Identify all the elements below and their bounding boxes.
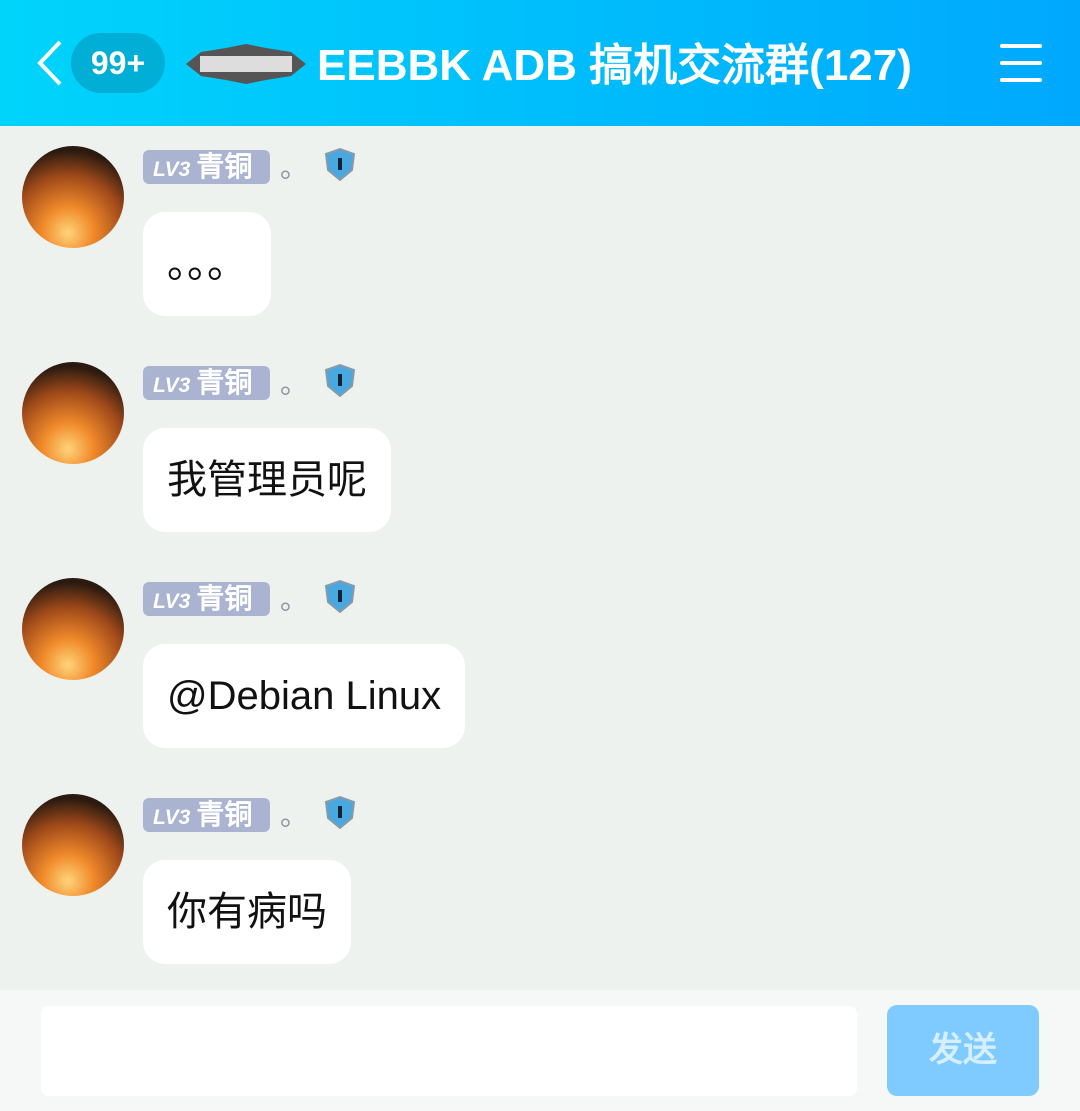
sender-name[interactable]: 。 — [280, 362, 308, 402]
message-bubble[interactable]: 你有病吗 — [143, 860, 351, 964]
chat-header: 99+ EEBBK ADB 搞机交流群(127) — [0, 0, 1080, 126]
level-badge: LV3 青铜 — [143, 366, 270, 400]
send-button[interactable]: 发送 — [887, 1005, 1039, 1096]
league-logo-icon — [186, 44, 306, 84]
level-badge: LV3 青铜 — [143, 582, 270, 616]
level-badge: LV3 青铜 — [143, 798, 270, 832]
back-icon[interactable] — [32, 38, 72, 88]
sender-name[interactable]: 。 — [280, 578, 308, 618]
shield-icon — [324, 579, 356, 614]
composer-bar: 发送 — [0, 990, 1080, 1111]
avatar[interactable] — [22, 578, 124, 680]
group-title: EEBBK ADB 搞机交流群(127) — [317, 41, 912, 90]
message-item: LV3 青铜 。 你有病吗 — [0, 774, 1080, 990]
avatar[interactable] — [22, 362, 124, 464]
shield-icon — [324, 363, 356, 398]
level-badge: LV3 青铜 — [143, 150, 270, 184]
avatar[interactable] — [22, 146, 124, 248]
message-bubble[interactable]: @Debian Linux — [143, 644, 466, 748]
message-input[interactable] — [41, 1006, 857, 1096]
menu-icon[interactable] — [1000, 44, 1042, 82]
sender-name[interactable]: 。 — [280, 146, 308, 186]
shield-icon — [324, 147, 356, 182]
sender-name[interactable]: 。 — [280, 794, 308, 834]
shield-icon — [324, 795, 356, 830]
message-item: LV3 青铜 。 我管理员呢 — [0, 342, 1080, 558]
message-bubble[interactable]: 。。。 — [143, 212, 271, 316]
avatar[interactable] — [22, 794, 124, 896]
message-bubble[interactable]: 我管理员呢 — [143, 428, 391, 532]
message-item: LV3 青铜 。 @Debian Linux — [0, 558, 1080, 774]
unread-count-badge[interactable]: 99+ — [71, 33, 165, 93]
message-item: LV3 青铜 。 。。。 — [0, 126, 1080, 342]
